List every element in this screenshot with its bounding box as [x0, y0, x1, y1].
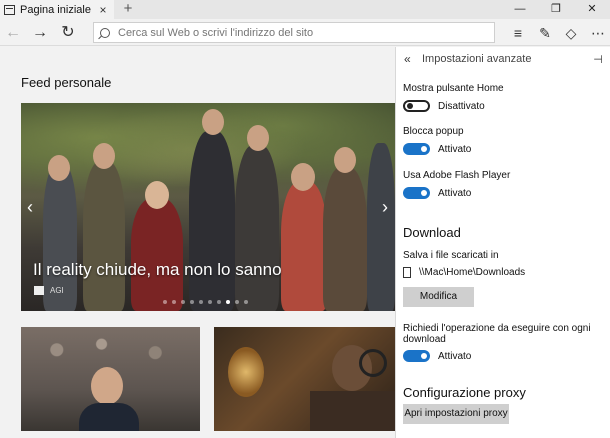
advanced-settings-panel: « Impostazioni avanzate ⊣ Mostra pulsant…	[395, 47, 610, 438]
source-name: AGI	[50, 286, 64, 295]
new-tab-button[interactable]: +	[120, 0, 136, 19]
news-card-1[interactable]	[21, 327, 200, 431]
hero-figure	[131, 198, 183, 311]
reading-list-icon[interactable]: ≡	[508, 23, 528, 43]
title-bar: Pagina iniziale × + — ❐ ✕	[0, 0, 610, 19]
feed-title: Feed personale	[21, 75, 112, 90]
ask-download-toggle-row: Attivato	[403, 350, 471, 362]
carousel-dot[interactable]	[163, 300, 167, 304]
double-chevron-left-icon[interactable]: «	[404, 52, 420, 66]
hero-figure	[281, 181, 327, 311]
popup-block-label: Blocca popup	[403, 126, 464, 137]
maximize-button[interactable]: ❐	[538, 0, 574, 19]
hero-source: AGI	[34, 286, 64, 295]
pin-icon[interactable]: ⊣	[591, 53, 605, 66]
hero-figure-head	[145, 181, 169, 209]
home-button-toggle[interactable]	[403, 100, 430, 112]
carousel-dot[interactable]	[181, 300, 185, 304]
ask-download-toggle[interactable]	[403, 350, 430, 362]
download-path-row: \\Mac\Home\Downloads	[403, 267, 525, 278]
hero-figure	[83, 161, 125, 311]
hero-figure	[235, 145, 279, 311]
carousel-dot[interactable]	[190, 300, 194, 304]
carousel-dot[interactable]	[244, 300, 248, 304]
hero-figure-head	[202, 109, 224, 135]
change-download-folder-button[interactable]: Modifica	[403, 287, 474, 307]
back-arrow-icon[interactable]: ←	[2, 22, 24, 44]
close-window-button[interactable]: ✕	[574, 0, 610, 19]
address-bar[interactable]	[93, 22, 495, 43]
web-note-icon[interactable]: ✎	[535, 23, 555, 43]
tab-close-icon[interactable]: ×	[96, 3, 110, 17]
source-logo-icon	[34, 286, 44, 295]
card-light-glow	[228, 347, 264, 397]
carousel-prev-icon[interactable]: ‹	[23, 195, 37, 219]
page-icon	[4, 4, 15, 15]
flash-toggle[interactable]	[403, 187, 430, 199]
download-heading: Download	[403, 225, 461, 240]
refresh-icon[interactable]: ↻	[57, 22, 79, 44]
ask-download-label-line2: download	[403, 334, 446, 345]
folder-icon	[403, 267, 411, 278]
flash-label: Usa Adobe Flash Player	[403, 170, 511, 181]
carousel-next-icon[interactable]: ›	[378, 195, 392, 219]
proxy-heading: Configurazione proxy	[403, 385, 526, 400]
carousel-dot[interactable]	[208, 300, 212, 304]
carousel-dot[interactable]	[226, 300, 230, 304]
hero-figure-head	[48, 155, 70, 181]
forward-arrow-icon[interactable]: →	[29, 22, 51, 44]
tab-pagina-iniziale[interactable]: Pagina iniziale ×	[0, 0, 114, 19]
card-person-body	[310, 391, 395, 431]
hero-figure	[189, 131, 235, 311]
popup-block-toggle[interactable]	[403, 143, 430, 155]
hero-figure-head	[247, 125, 269, 151]
open-proxy-settings-button[interactable]: Apri impostazioni proxy	[403, 404, 509, 424]
ask-download-label-line1: Richiedi l'operazione da eseguire con og…	[403, 323, 591, 334]
navigation-bar: ← → ↻ ≡ ✎ ◇ ⋯	[0, 19, 610, 46]
card-person-head	[91, 367, 123, 405]
carousel-dot[interactable]	[235, 300, 239, 304]
hero-figure-head	[291, 163, 315, 191]
hero-headline[interactable]: Il reality chiude, ma non lo sanno	[33, 260, 282, 280]
news-card-2[interactable]	[214, 327, 395, 431]
carousel-dot[interactable]	[199, 300, 203, 304]
popup-block-state: Attivato	[438, 143, 472, 155]
address-input[interactable]	[118, 26, 478, 39]
panel-header: « Impostazioni avanzate ⊣	[396, 47, 610, 71]
hero-carousel[interactable]: ‹ › Il reality chiude, ma non lo sanno A…	[21, 103, 395, 311]
minimize-button[interactable]: —	[502, 0, 538, 19]
share-icon[interactable]: ◇	[561, 23, 581, 43]
hero-figure-head	[334, 147, 356, 173]
card-person-suit	[79, 403, 139, 431]
download-path: \\Mac\Home\Downloads	[419, 267, 526, 278]
flash-state: Attivato	[438, 187, 472, 199]
more-icon[interactable]: ⋯	[588, 23, 608, 43]
popup-block-toggle-row: Attivato	[403, 143, 471, 155]
carousel-dot[interactable]	[217, 300, 221, 304]
hero-figure	[323, 167, 367, 311]
home-button-label: Mostra pulsante Home	[403, 83, 504, 94]
tab-title: Pagina iniziale	[20, 3, 91, 16]
download-location-label: Salva i file scaricati in	[403, 250, 499, 261]
ask-download-state: Attivato	[438, 350, 472, 362]
hero-figure-head	[93, 143, 115, 169]
search-icon	[100, 27, 110, 38]
home-button-state: Disattivato	[438, 100, 485, 112]
hero-figure	[367, 143, 395, 311]
headphones-icon	[359, 349, 387, 377]
new-tab-page: Feed personale ‹ › Il reality chiude, ma…	[0, 47, 395, 438]
home-button-toggle-row: Disattivato	[403, 100, 485, 112]
panel-title: Impostazioni avanzate	[422, 53, 532, 65]
flash-toggle-row: Attivato	[403, 187, 471, 199]
carousel-dot[interactable]	[172, 300, 176, 304]
carousel-dots	[163, 300, 248, 304]
